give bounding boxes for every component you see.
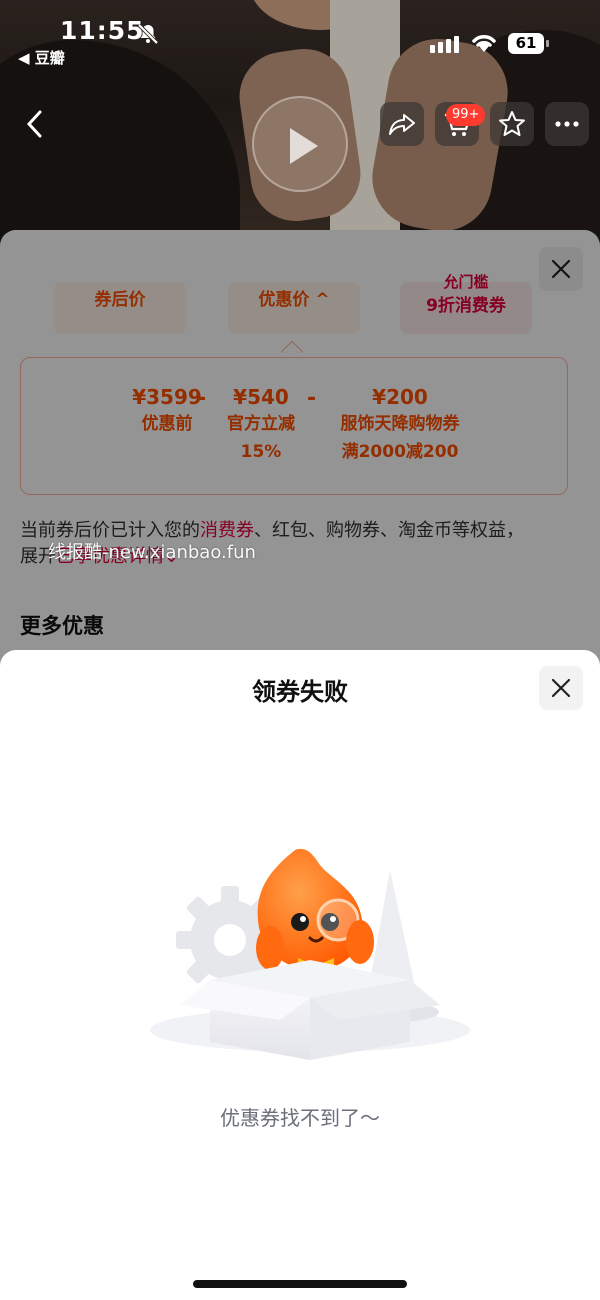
empty-state-message: 优惠券找不到了～	[220, 1106, 380, 1130]
signal-icon	[430, 36, 459, 53]
battery-icon: 61	[508, 33, 549, 54]
wifi-icon	[472, 35, 496, 52]
cart-count-badge: 99+	[446, 104, 486, 126]
modal-close-button[interactable]	[539, 666, 583, 710]
status-bar: 11:55 ◀ 豆瓣 61	[0, 0, 600, 80]
favorite-button[interactable]	[490, 102, 534, 146]
coupon-failed-modal: 领券失败 优惠券找不到了～	[0, 650, 600, 1300]
play-button[interactable]	[252, 96, 348, 192]
back-chevron-icon[interactable]	[20, 106, 50, 142]
more-button[interactable]	[545, 102, 589, 146]
modal-title: 领券失败	[252, 678, 348, 706]
back-to-app-link[interactable]: ◀ 豆瓣	[18, 47, 65, 68]
home-indicator	[193, 1280, 407, 1288]
more-icon	[555, 121, 579, 127]
play-icon	[290, 128, 318, 164]
close-icon	[551, 678, 571, 698]
status-time: 11:55	[60, 16, 145, 45]
share-icon	[389, 114, 415, 135]
mascot-illustration	[150, 848, 470, 1060]
watermark-text: 线报酷-new.xianbao.fun	[48, 542, 256, 563]
star-icon	[499, 111, 525, 136]
share-button[interactable]	[380, 102, 424, 146]
bell-off-icon	[137, 23, 159, 45]
